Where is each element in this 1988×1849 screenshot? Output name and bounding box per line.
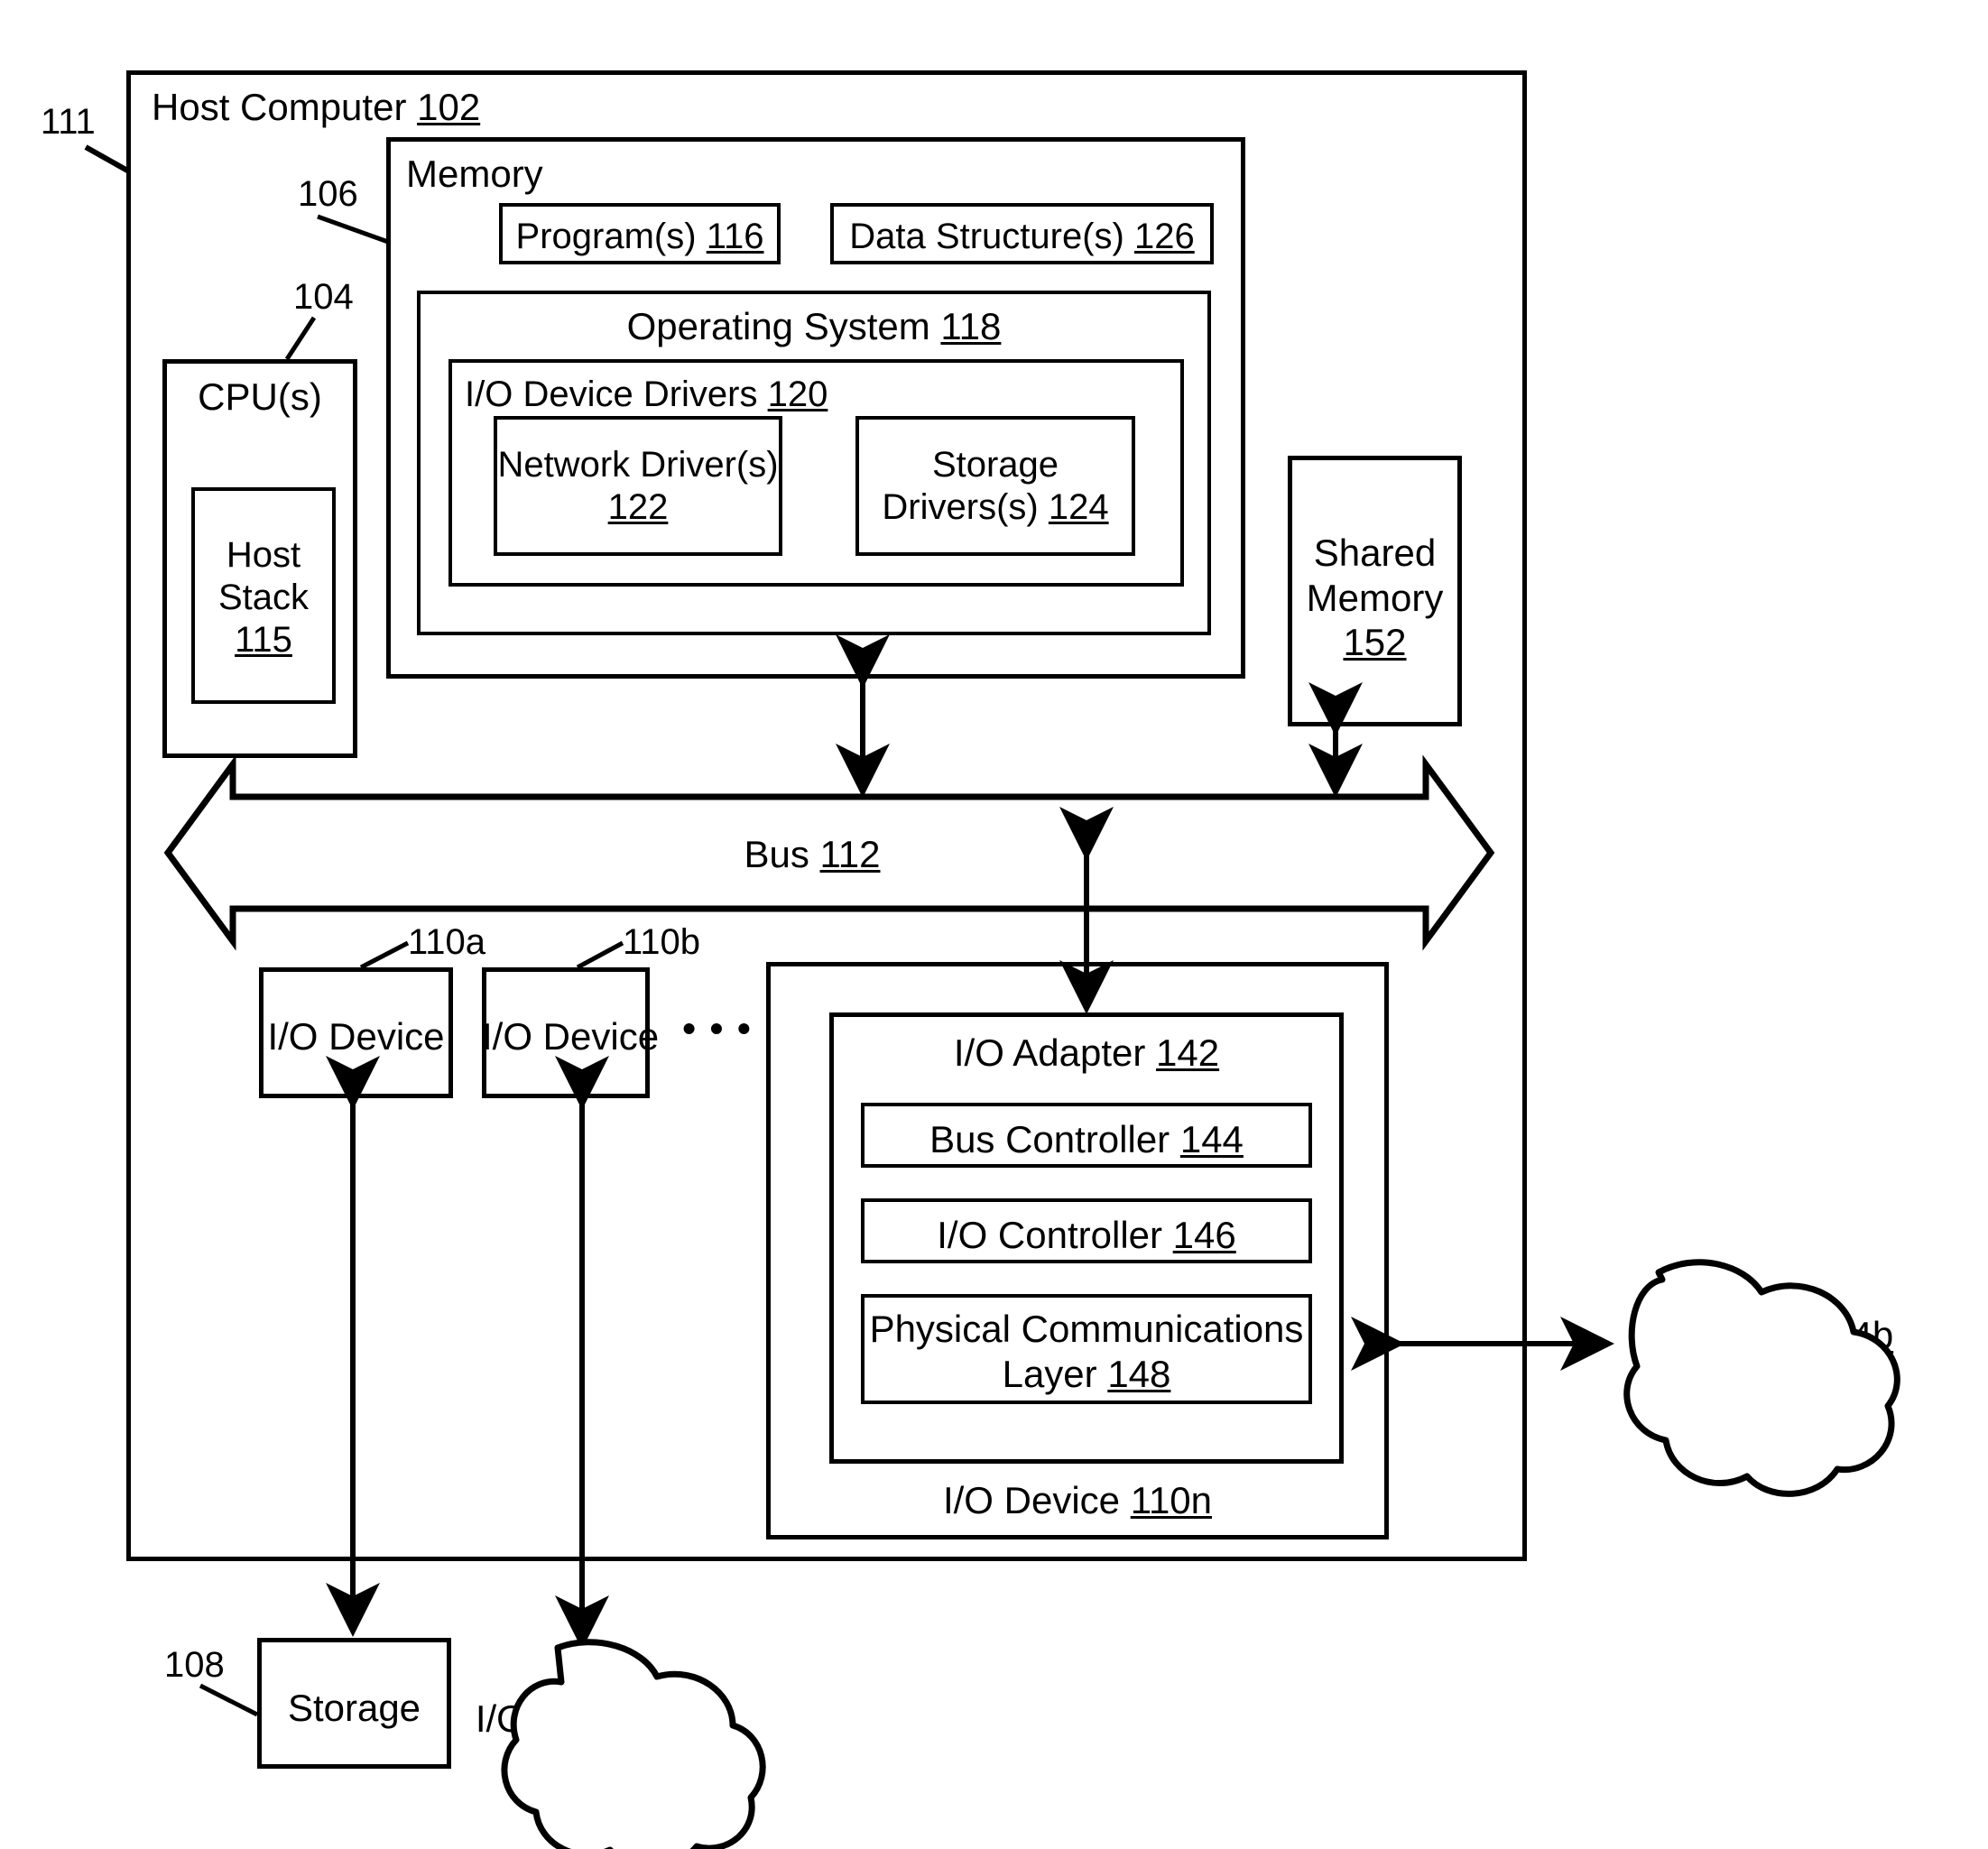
- io-device-drivers-ref: 120: [767, 374, 828, 414]
- host-computer-ref: 102: [417, 86, 481, 128]
- programs-label: Program(s) 116: [515, 217, 764, 256]
- io-device-a-label: I/O Device: [267, 1015, 445, 1058]
- host-stack-line1: Host: [226, 535, 301, 575]
- phy-layer-line2: Layer: [1002, 1352, 1097, 1395]
- memory-label: Memory: [406, 153, 543, 195]
- io-adapter-ref: 142: [1156, 1031, 1220, 1074]
- shared-memory-label: Shared Memory 152: [1288, 531, 1462, 665]
- ref-110b: 110b: [623, 922, 701, 962]
- bus-ref: 112: [819, 833, 881, 875]
- bus-label: Bus 112: [744, 833, 881, 875]
- phy-layer-ref: 148: [1107, 1352, 1171, 1395]
- io-adapter-label: I/O Adapter 142: [953, 1031, 1220, 1074]
- leader-108: [199, 1683, 259, 1717]
- bus-controller-ref: 144: [1179, 1118, 1244, 1160]
- operating-system-label: Operating System 118: [626, 305, 1002, 347]
- io-fabric-a-ref: 114a: [652, 1697, 735, 1740]
- ref-106: 106: [298, 174, 358, 214]
- io-fabric-a-label: I/O Fabric 114a: [475, 1697, 735, 1740]
- host-stack-line2: Stack: [217, 578, 310, 618]
- shared-memory-ref: 152: [1343, 621, 1407, 664]
- host-stack-label: Host Stack 115: [191, 534, 336, 662]
- io-device-n-ref: 110n: [1130, 1479, 1213, 1521]
- shared-memory-line2: Memory: [1306, 576, 1444, 619]
- io-device-drivers-label: I/O Device Drivers 120: [465, 374, 828, 414]
- storage-drivers-text-line1: Storage: [931, 445, 1059, 485]
- storage-drivers-text-line2: Drivers(s): [882, 487, 1039, 528]
- io-controller-label: I/O Controller 146: [937, 1214, 1236, 1256]
- network-drivers-text: Network Driver(s): [497, 445, 779, 485]
- storage-drivers-label: Storage Drivers(s) 124: [855, 444, 1135, 529]
- storage-label: Storage: [287, 1687, 421, 1729]
- host-computer-label: Host Computer 102: [152, 86, 481, 128]
- bus-controller-label: Bus Controller 144: [929, 1118, 1244, 1160]
- io-fabric-a-cloud: [501, 1639, 766, 1849]
- operating-system-ref: 118: [940, 305, 1002, 347]
- io-fabric-b-cloud: [1623, 1259, 1900, 1497]
- shared-memory-line1: Shared: [1313, 532, 1437, 574]
- cpu-label: CPU(s): [198, 375, 322, 418]
- io-controller-ref: 146: [1172, 1214, 1236, 1256]
- network-drivers-ref: 122: [607, 487, 669, 528]
- io-device-n-label: I/O Device 110n: [942, 1479, 1213, 1521]
- leader-111: [84, 144, 131, 174]
- network-drivers-label: Network Driver(s) 122: [494, 444, 782, 529]
- ref-111: 111: [41, 102, 96, 142]
- io-devices-ellipsis: • • •: [682, 1007, 753, 1049]
- ref-110a: 110a: [408, 922, 486, 962]
- ref-104: 104: [293, 277, 354, 317]
- storage-drivers-ref: 124: [1048, 487, 1109, 528]
- figure-canvas: Host Computer 102 Memory Program(s) 116 …: [0, 0, 1988, 1849]
- phy-layer-line1: Physical Communications: [869, 1308, 1304, 1350]
- io-device-b-label: I/O Device: [482, 1015, 660, 1058]
- host-stack-ref: 115: [235, 620, 292, 661]
- data-structures-ref: 126: [1133, 217, 1195, 256]
- phy-layer-label: Physical Communications Layer 148: [861, 1307, 1312, 1396]
- ref-108: 108: [164, 1645, 225, 1685]
- io-fabric-b-label: I/O Fabric 114b: [1634, 1314, 1894, 1356]
- io-fabric-b-ref: 114b: [1811, 1314, 1894, 1356]
- data-structures-label: Data Structure(s) 126: [849, 217, 1195, 256]
- programs-ref: 116: [706, 217, 764, 256]
